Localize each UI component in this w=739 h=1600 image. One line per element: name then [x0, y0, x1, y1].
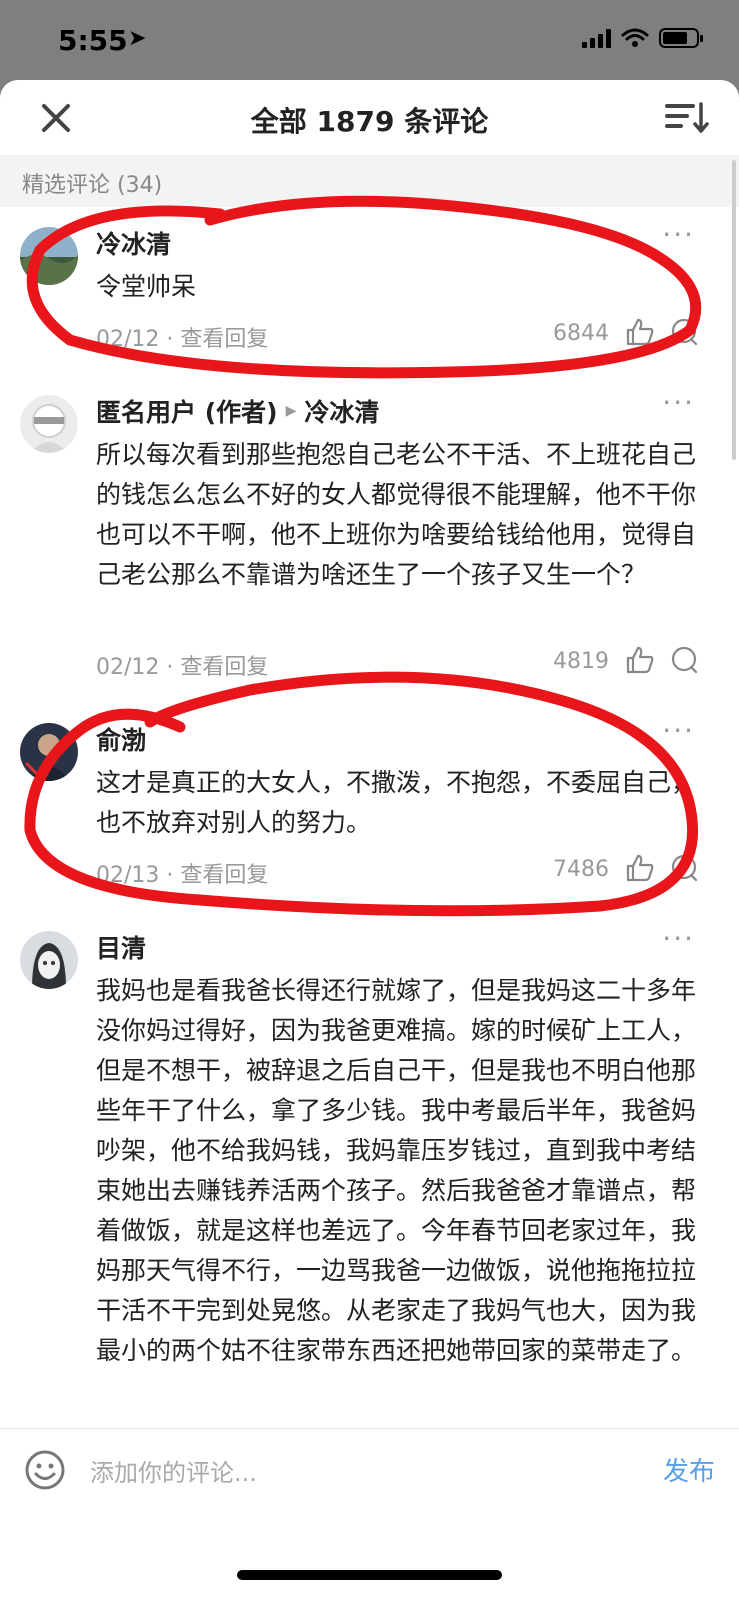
featured-label: 精选评论 (34): [22, 173, 163, 198]
more-options-icon[interactable]: ···: [662, 925, 695, 953]
comment-date[interactable]: 02/12 · 查看回复: [96, 321, 268, 353]
like-count: 4819: [553, 649, 609, 674]
reply-bubble-icon[interactable]: [669, 317, 699, 347]
status-time: 5:55: [58, 24, 128, 57]
comment-item[interactable]: 冷冰清 ··· 令堂帅呆 02/12 · 查看回复 6844: [0, 207, 739, 376]
comment-input[interactable]: 添加你的评论...: [90, 1453, 257, 1488]
home-indicator[interactable]: [237, 1570, 502, 1580]
reply-bubble-icon[interactable]: [669, 645, 699, 675]
featured-section-header: 精选评论 (34): [0, 155, 739, 207]
avatar[interactable]: [20, 931, 78, 989]
wifi-icon: [621, 28, 649, 47]
comment-author[interactable]: 目清: [96, 929, 146, 965]
reply-target[interactable]: 冷冰清: [304, 393, 379, 429]
comment-footer: 02/13 · 查看回复 7486: [96, 853, 699, 889]
location-arrow-icon: ➤: [128, 26, 147, 51]
comment-item[interactable]: 匿名用户 (作者) ▶ 冷冰清 ··· 所以每次看到那些抱怨自己老公不干活、不上…: [0, 375, 739, 704]
publish-button[interactable]: 发布: [663, 1451, 715, 1488]
more-options-icon[interactable]: ···: [662, 717, 695, 745]
comment-text: 我妈也是看我爸长得还行就嫁了，但是我妈这二十多年没你妈过得好，因为我爸更难搞。嫁…: [96, 976, 697, 1365]
avatar[interactable]: [20, 395, 78, 453]
thumbs-up-icon[interactable]: [625, 645, 655, 675]
comment-item[interactable]: 目清 ··· 我妈也是看我爸长得还行就嫁了，但是我妈这二十多年没你妈过得好，因为…: [0, 911, 739, 1431]
reply-bubble-icon[interactable]: [669, 853, 699, 883]
reply-arrow-icon: ▶: [285, 403, 297, 419]
comment-footer: 02/12 · 查看回复 4819: [96, 645, 699, 681]
scrollbar[interactable]: [732, 160, 736, 460]
more-options-icon[interactable]: ···: [662, 389, 695, 417]
comment-text: 所以每次看到那些抱怨自己老公不干活、不上班花自己的钱怎么怎么不好的女人都觉得很不…: [96, 440, 697, 589]
comment-text: 这才是真正的大女人，不撒泼，不抱怨，不委屈自己，也不放弃对别人的努力。: [96, 768, 697, 837]
comment-date[interactable]: 02/12 · 查看回复: [96, 649, 268, 681]
comment-date[interactable]: 02/13 · 查看回复: [96, 857, 268, 889]
comments-header: 全部 1879 条评论: [0, 80, 739, 155]
avatar[interactable]: [20, 723, 78, 781]
emoji-icon[interactable]: [24, 1449, 66, 1491]
comment-item[interactable]: 俞渤 ··· 这才是真正的大女人，不撒泼，不抱怨，不委屈自己，也不放弃对别人的努…: [0, 703, 739, 912]
thumbs-up-icon[interactable]: [625, 853, 655, 883]
sort-icon[interactable]: [665, 100, 709, 136]
like-count: 7486: [553, 857, 609, 882]
status-icons: [582, 28, 703, 48]
comment-footer: 02/12 · 查看回复 6844: [96, 317, 699, 353]
battery-icon: [659, 28, 703, 48]
comment-author[interactable]: 匿名用户 (作者) ▶ 冷冰清: [96, 393, 379, 429]
comment-text: 令堂帅呆: [96, 272, 197, 301]
avatar[interactable]: [20, 227, 78, 285]
thumbs-up-icon[interactable]: [625, 317, 655, 347]
page-title: 全部 1879 条评论: [250, 105, 489, 138]
status-bar: 5:55 ➤: [0, 0, 739, 80]
more-options-icon[interactable]: ···: [662, 221, 695, 249]
like-count: 6844: [553, 321, 609, 346]
comment-author[interactable]: 冷冰清: [96, 225, 171, 261]
cellular-signal-icon: [582, 28, 611, 48]
comments-sheet: 全部 1879 条评论 精选评论 (34) 冷冰清 ··· 令堂帅呆 02/12…: [0, 80, 739, 1600]
comment-author[interactable]: 俞渤: [96, 721, 146, 757]
